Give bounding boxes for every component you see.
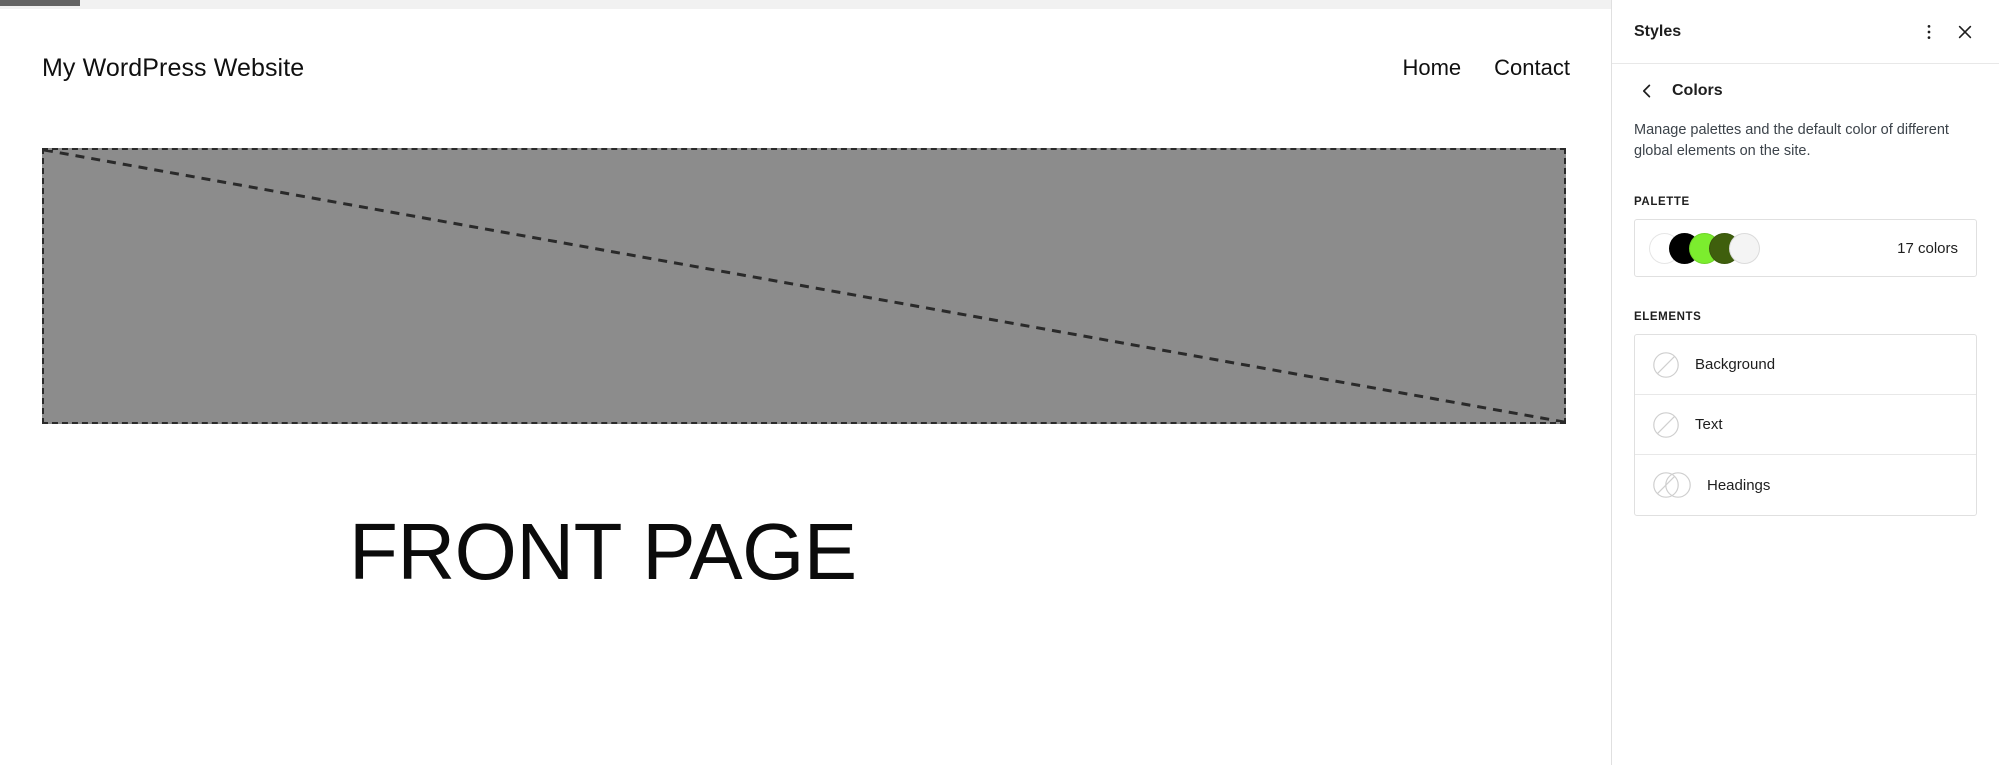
elements-list: Background Text Headings xyxy=(1634,334,1977,517)
more-vertical-icon[interactable] xyxy=(1911,14,1947,50)
palette-row[interactable]: 17 colors xyxy=(1634,219,1977,278)
nav-link-contact[interactable]: Contact xyxy=(1494,55,1570,81)
styles-sidebar: Styles Colors Manage palettes and the de… xyxy=(1612,0,1999,765)
elements-section-label: Elements xyxy=(1634,311,1702,324)
styles-panel-body: Colors Manage palettes and the default c… xyxy=(1612,64,1999,765)
page-heading: FRONT PAGE xyxy=(349,507,857,596)
site-title: My WordPress Website xyxy=(42,53,305,82)
palette-section: Palette 17 colors xyxy=(1612,196,1999,278)
nav-link-home[interactable]: Home xyxy=(1402,55,1461,81)
palette-swatch-stack xyxy=(1649,232,1760,264)
element-row-headings[interactable]: Headings xyxy=(1635,455,1976,515)
element-label: Headings xyxy=(1707,476,1771,494)
element-label: Background xyxy=(1695,356,1776,374)
panel-title: Styles xyxy=(1634,22,1682,40)
site-preview-canvas[interactable]: My WordPress Website Home Contact FRONT … xyxy=(0,0,1612,765)
element-row-background[interactable]: Background xyxy=(1635,335,1976,396)
color-circle-pair-empty-icon xyxy=(1651,470,1695,500)
image-placeholder-block[interactable] xyxy=(42,148,1566,424)
panel-navigation: Colors xyxy=(1612,64,1999,114)
styles-panel-header: Styles xyxy=(1612,0,1999,64)
site-navigation[interactable]: Home Contact xyxy=(1402,55,1570,81)
palette-count-label: 17 colors xyxy=(1897,239,1958,257)
elements-section: Elements Background xyxy=(1612,311,1999,517)
color-circle-empty-icon xyxy=(1651,350,1681,380)
scrollbar-thumb[interactable] xyxy=(0,0,80,6)
chevron-left-icon[interactable] xyxy=(1634,78,1660,104)
panel-description: Manage palettes and the default color of… xyxy=(1634,122,1949,160)
image-placeholder-icon xyxy=(44,150,1564,422)
element-row-text[interactable]: Text xyxy=(1635,395,1976,456)
color-circle-empty-icon xyxy=(1651,410,1681,440)
site-header[interactable]: My WordPress Website Home Contact xyxy=(0,45,1611,91)
palette-section-label: Palette xyxy=(1634,196,1690,209)
site-editor-window: My WordPress Website Home Contact FRONT … xyxy=(0,0,1999,765)
horizontal-scrollbar[interactable] xyxy=(0,0,1611,9)
panel-section-title: Colors xyxy=(1672,82,1723,99)
close-icon[interactable] xyxy=(1947,14,1983,50)
element-label: Text xyxy=(1695,416,1723,434)
swatch-off-white xyxy=(1729,232,1760,264)
